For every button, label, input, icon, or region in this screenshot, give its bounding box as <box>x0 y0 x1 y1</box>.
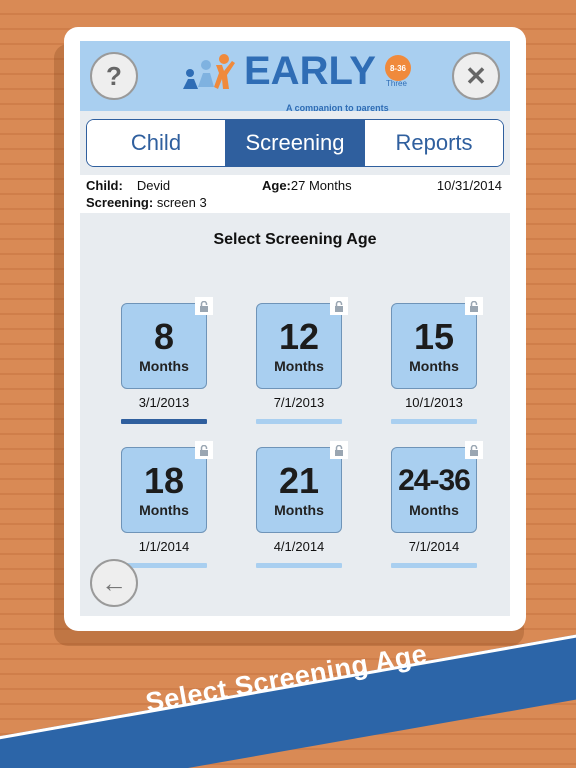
age-option-15[interactable]: 15 Months 10/1/2013 <box>391 297 483 437</box>
screening-name: screen 3 <box>156 195 207 210</box>
back-button[interactable]: ← <box>90 559 138 607</box>
age-option-12[interactable]: 12 Months 7/1/2013 <box>256 297 348 437</box>
age-tile[interactable]: 18 Months <box>121 447 207 533</box>
age-number: 21 <box>278 460 320 501</box>
child-label: Child: <box>86 178 123 193</box>
age-unit: Months <box>409 502 459 518</box>
selection-bar <box>256 563 342 568</box>
app-card: ? EARLY 8-36 Three A companion to parent… <box>64 27 526 631</box>
child-info-strip: Child: Devid Age:27 Months 10/31/2014 Scr… <box>80 175 510 213</box>
screening-info: Screening: screen 3 <box>86 195 207 210</box>
selection-bar <box>256 419 342 424</box>
selection-bar <box>121 563 207 568</box>
age-option-18[interactable]: 18 Months 1/1/2014 <box>121 441 213 581</box>
logo-three-label: Three <box>386 79 407 88</box>
age-tile[interactable]: 24-36 Months <box>391 447 477 533</box>
age-number: 18 <box>143 460 185 501</box>
age-date: 4/1/2014 <box>273 539 325 554</box>
app-logo: EARLY 8-36 Three <box>180 49 420 99</box>
age-date: 7/1/2013 <box>273 395 325 410</box>
age-tile[interactable]: 15 Months <box>391 303 477 389</box>
help-button[interactable]: ? <box>90 52 138 100</box>
arrow-left-icon: ← <box>101 567 127 598</box>
tab-child[interactable]: Child <box>87 120 225 166</box>
age-number: 12 <box>278 316 320 357</box>
age-option-8[interactable]: 8 Months 3/1/2013 <box>121 297 213 437</box>
age-info: Age:27 Months <box>262 178 352 193</box>
panel-title: Select Screening Age <box>213 231 377 248</box>
age-option-24-36[interactable]: 24-36 Months 7/1/2014 <box>391 441 483 581</box>
age-unit: Months <box>139 358 189 374</box>
lock-icon <box>195 441 213 459</box>
age-number: 24-36 <box>398 464 471 497</box>
lock-icon <box>465 441 483 459</box>
screening-label: Screening: <box>86 195 154 210</box>
selection-bar <box>391 419 477 424</box>
child-name: Devid <box>136 178 171 193</box>
age-label: Age: <box>262 178 291 193</box>
age-unit: Months <box>274 358 324 374</box>
age-date: 1/1/2014 <box>138 539 190 554</box>
logo-age-badge: 8-36 <box>385 55 411 81</box>
age-date: 3/1/2013 <box>138 395 190 410</box>
lock-icon <box>465 297 483 315</box>
selection-bar <box>391 563 477 568</box>
age-number: 15 <box>413 316 455 357</box>
age-unit: Months <box>409 358 459 374</box>
family-figures-icon <box>183 54 235 89</box>
screening-age-panel: Select Screening Age 8 Months 3/1/2013 1… <box>80 213 510 616</box>
age-option-21[interactable]: 21 Months 4/1/2014 <box>256 441 348 581</box>
tab-reports[interactable]: Reports <box>364 120 503 166</box>
age-tile[interactable]: 8 Months <box>121 303 207 389</box>
age-date: 7/1/2014 <box>408 539 460 554</box>
age-value: 27 Months <box>290 178 352 193</box>
question-icon: ? <box>106 60 122 91</box>
segmented-tabs: Child Screening Reports <box>86 119 504 167</box>
logo-wordmark: EARLY <box>244 49 376 93</box>
age-unit: Months <box>274 502 324 518</box>
age-tile[interactable]: 12 Months <box>256 303 342 389</box>
tab-screening[interactable]: Screening <box>225 120 364 166</box>
close-button[interactable]: ✕ <box>452 52 500 100</box>
lock-icon <box>195 297 213 315</box>
close-icon: ✕ <box>465 60 487 91</box>
age-date: 10/1/2013 <box>405 395 463 410</box>
lock-icon <box>330 297 348 315</box>
current-date: 10/31/2014 <box>436 178 502 193</box>
lock-icon <box>330 441 348 459</box>
age-unit: Months <box>139 502 189 518</box>
age-number: 8 <box>153 316 175 357</box>
tab-bar-area: Child Screening Reports <box>80 111 510 175</box>
child-info: Child: Devid <box>86 178 170 193</box>
selection-bar <box>121 419 207 424</box>
age-tile[interactable]: 21 Months <box>256 447 342 533</box>
